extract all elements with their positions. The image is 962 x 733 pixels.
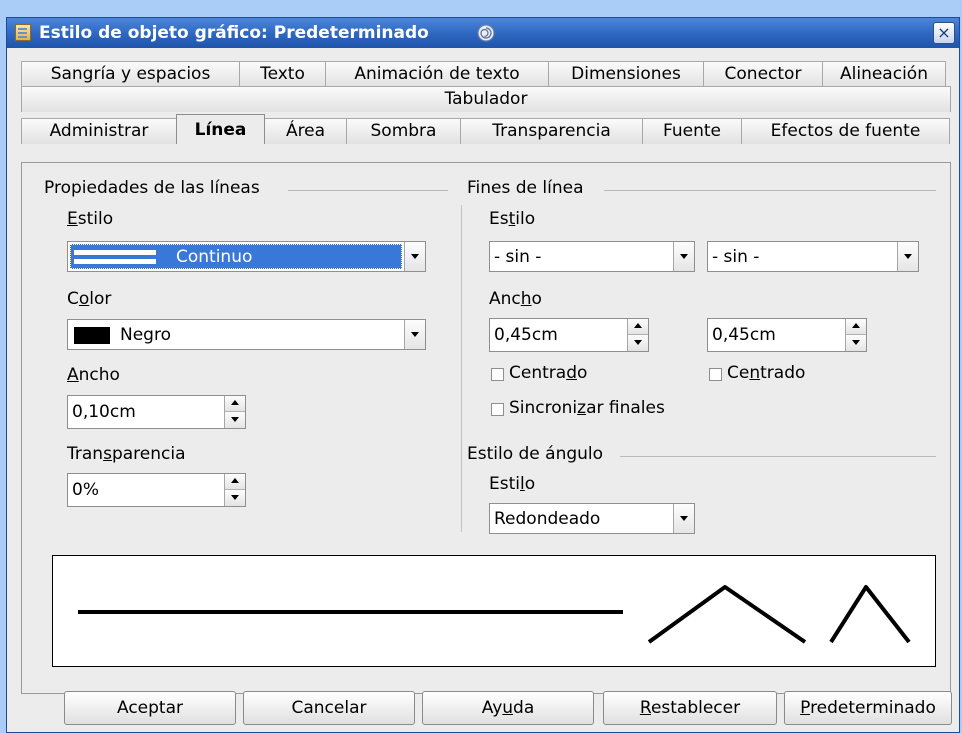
start-width-value: 0,45cm [494,325,558,345]
end-style-label: Estilo [489,209,536,229]
tab-sangria[interactable]: Sangría y espacios [21,61,240,87]
default-button[interactable]: Predeterminado [784,691,952,725]
close-icon: × [937,23,951,42]
line-width-spinner[interactable]: 0,10cm [67,395,246,429]
start-arrow-select[interactable]: - sin - [489,241,695,272]
tab-conector[interactable]: Conector [703,61,823,87]
color-label: Color [67,289,112,309]
transparency-value: 0% [72,480,99,500]
start-width-spinner[interactable]: 0,45cm [489,318,649,352]
tab-sombra[interactable]: Sombra [346,118,461,144]
tab-efectos-fuente[interactable]: Efectos de fuente [741,118,950,144]
line-style-value: Continuo [176,247,253,267]
tab-linea[interactable]: Línea [176,114,265,144]
tab-administrar[interactable]: Administrar [21,118,177,144]
tab-fuente[interactable]: Fuente [642,118,742,144]
color-swatch [74,327,110,344]
cancel-button[interactable]: Cancelar [243,691,415,725]
spin-buttons [627,319,648,351]
divider [604,190,936,191]
transparency-label: Transparencia [67,444,186,464]
group-title-corner: Estilo de ángulo [467,444,604,464]
centered-start-checkbox[interactable] [491,368,504,381]
end-width-value: 0,45cm [712,325,776,345]
end-arrow-select[interactable]: - sin - [707,241,919,272]
spin-buttons [845,319,866,351]
spin-buttons [224,474,245,506]
tab-texto[interactable]: Texto [239,61,326,87]
spiral-icon [477,24,495,42]
spin-down-icon[interactable] [225,490,245,506]
spin-down-icon[interactable] [628,335,648,351]
tab-row-1: Sangría y espacios Texto Animación de te… [21,61,946,87]
spin-up-icon[interactable] [846,319,866,335]
transparency-spinner[interactable]: 0% [67,473,246,507]
line-color-select[interactable]: Negro [67,319,426,350]
corner-style-value: Redondeado [494,509,601,529]
end-width-spinner[interactable]: 0,45cm [707,318,867,352]
tab-row-3: Administrar Línea Área Sombra Transparen… [21,114,950,144]
group-title-line-ends: Fines de línea [467,178,584,198]
centered-end-label: Centrado [727,363,806,383]
dialog-window: Estilo de objeto gráfico: Predeterminado… [6,17,960,733]
style-label: Estilo [67,209,114,229]
spin-up-icon[interactable] [628,319,648,335]
line-color-value: Negro [120,325,171,345]
help-button[interactable]: Ayuda [422,691,594,725]
line-style-select[interactable]: Continuo [67,241,426,272]
spin-buttons [224,396,245,428]
tab-transparencia[interactable]: Transparencia [460,118,643,144]
end-arrow-value: - sin - [712,247,760,267]
group-title-line-props: Propiedades de las líneas [44,178,260,198]
tab-dimensiones[interactable]: Dimensiones [548,61,704,87]
line-preview [52,555,936,667]
tab-animacion[interactable]: Animación de texto [325,61,549,87]
width-label: Ancho [67,365,120,385]
dialog-title: Estilo de objeto gráfico: Predeterminado [39,23,429,43]
divider [620,456,936,457]
tab-row-2: Tabulador [21,86,951,112]
tab-alineacion[interactable]: Alineación [822,61,946,87]
ok-button[interactable]: Aceptar [64,691,236,725]
tab-tabulador[interactable]: Tabulador [21,86,951,112]
vertical-separator [461,205,462,532]
title-bar[interactable]: Estilo de objeto gráfico: Predeterminado… [7,18,959,48]
centered-end-checkbox[interactable] [709,368,722,381]
corner-style-label: Estilo [489,474,536,494]
corner-style-select[interactable]: Redondeado [489,503,695,534]
line-style-swatch [74,250,156,264]
spin-up-icon[interactable] [225,396,245,412]
centered-start-label: Centrado [509,363,588,383]
end-width-label: Ancho [489,289,542,309]
spin-up-icon[interactable] [225,474,245,490]
line-width-value: 0,10cm [72,402,136,422]
chevron-down-icon[interactable] [404,320,425,349]
chevron-down-icon[interactable] [404,242,425,271]
chevron-down-icon[interactable] [897,242,918,271]
chevron-down-icon[interactable] [673,504,694,533]
sync-ends-checkbox[interactable] [491,403,504,416]
tab-page-linea: Propiedades de las líneas Estilo Continu… [21,162,951,694]
tab-area[interactable]: Área [264,118,347,144]
preview-drawing [78,585,911,644]
reset-button[interactable]: Restablecer [603,691,777,725]
divider [288,190,448,191]
start-arrow-value: - sin - [494,247,542,267]
app-icon [15,24,31,41]
close-button[interactable]: × [933,22,955,44]
spin-down-icon[interactable] [225,412,245,428]
chevron-down-icon[interactable] [673,242,694,271]
sync-ends-label: Sincronizar finales [509,398,665,418]
spin-down-icon[interactable] [846,335,866,351]
